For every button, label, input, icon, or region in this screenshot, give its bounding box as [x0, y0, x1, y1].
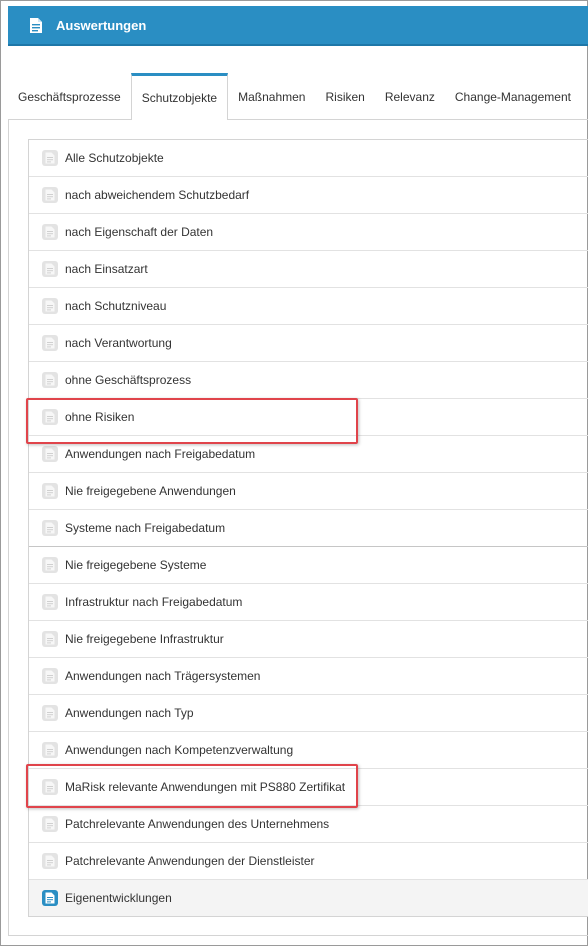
- tab-relevanz[interactable]: Relevanz: [375, 74, 445, 120]
- report-document-icon: [42, 705, 58, 721]
- report-item-label: nach Einsatzart: [65, 262, 148, 276]
- report-document-icon: [42, 742, 58, 758]
- report-document-icon: [42, 298, 58, 314]
- report-document-icon: [42, 668, 58, 684]
- report-item-label: Anwendungen nach Typ: [65, 706, 194, 720]
- report-item[interactable]: nach Eigenschaft der Daten: [29, 213, 588, 250]
- tab-risiken[interactable]: Risiken: [315, 74, 374, 120]
- tab-change-management[interactable]: Change-Management: [445, 74, 581, 120]
- report-document-icon: [42, 520, 58, 536]
- report-item-label: Patchrelevante Anwendungen der Dienstlei…: [65, 854, 315, 868]
- report-document-icon: [42, 594, 58, 610]
- report-item-label: Alle Schutzobjekte: [65, 151, 164, 165]
- report-document-icon: [42, 816, 58, 832]
- report-item-label: Eigenentwicklungen: [65, 891, 172, 905]
- tab-bar: Geschäftsprozesse Schutzobjekte Maßnahme…: [8, 73, 588, 120]
- report-item[interactable]: nach Verantwortung: [29, 324, 588, 361]
- report-item-label: nach Verantwortung: [65, 336, 172, 350]
- panel-header: Auswertungen: [8, 6, 588, 46]
- report-item[interactable]: Anwendungen nach Kompetenzverwaltung: [29, 731, 588, 768]
- report-item-label: Anwendungen nach Trägersystemen: [65, 669, 261, 683]
- report-list: Alle Schutzobjekte nach abweichendem Schu…: [28, 139, 588, 917]
- report-document-icon: [42, 261, 58, 277]
- report-item-label: Nie freigegebene Anwendungen: [65, 484, 236, 498]
- report-item[interactable]: MaRisk relevante Anwendungen mit PS880 Z…: [29, 768, 588, 805]
- report-item-label: MaRisk relevante Anwendungen mit PS880 Z…: [65, 780, 346, 794]
- report-document-icon: [42, 631, 58, 647]
- report-item-label: ohne Risiken: [65, 410, 135, 424]
- report-item-label: Anwendungen nach Freigabedatum: [65, 447, 256, 461]
- report-item[interactable]: ohne Risiken: [29, 398, 588, 435]
- document-icon: [28, 16, 44, 34]
- report-item[interactable]: Nie freigegebene Systeme: [29, 546, 588, 583]
- report-document-icon: [42, 372, 58, 388]
- report-item[interactable]: Patchrelevante Anwendungen des Unternehm…: [29, 805, 588, 842]
- report-item[interactable]: Anwendungen nach Freigabedatum: [29, 435, 588, 472]
- page-title: Auswertungen: [56, 17, 147, 33]
- report-document-icon: [42, 187, 58, 203]
- report-item-label: Patchrelevante Anwendungen des Unternehm…: [65, 817, 330, 831]
- report-item-label: Infrastruktur nach Freigabedatum: [65, 595, 243, 609]
- report-item[interactable]: Anwendungen nach Trägersystemen: [29, 657, 588, 694]
- report-item[interactable]: Nie freigegebene Infrastruktur: [29, 620, 588, 657]
- tab-schutzobjekte[interactable]: Schutzobjekte: [130, 73, 229, 120]
- report-item[interactable]: Anwendungen nach Typ: [29, 694, 588, 731]
- tab-massnahmen[interactable]: Maßnahmen: [228, 74, 315, 120]
- report-document-icon: [42, 779, 58, 795]
- report-item[interactable]: Eigenentwicklungen: [29, 879, 588, 916]
- report-document-icon: [42, 150, 58, 166]
- report-item[interactable]: Nie freigegebene Anwendungen: [29, 472, 588, 509]
- report-document-icon: [42, 409, 58, 425]
- report-item-label: nach Eigenschaft der Daten: [65, 225, 214, 239]
- report-document-icon: [42, 224, 58, 240]
- report-document-icon: [42, 483, 58, 499]
- report-item-label: Systeme nach Freigabedatum: [65, 521, 226, 535]
- report-document-icon: [42, 853, 58, 869]
- report-document-icon: [42, 890, 58, 906]
- report-item-label: nach Schutzniveau: [65, 299, 167, 313]
- report-item[interactable]: nach Einsatzart: [29, 250, 588, 287]
- report-document-icon: [42, 446, 58, 462]
- report-item[interactable]: Systeme nach Freigabedatum: [29, 509, 588, 546]
- tab-geschaeftsprozesse[interactable]: Geschäftsprozesse: [8, 74, 131, 120]
- report-item-label: Nie freigegebene Infrastruktur: [65, 632, 224, 646]
- report-item[interactable]: ohne Geschäftsprozess: [29, 361, 588, 398]
- report-item-label: ohne Geschäftsprozess: [65, 373, 192, 387]
- report-document-icon: [42, 557, 58, 573]
- report-item[interactable]: nach Schutzniveau: [29, 287, 588, 324]
- report-item-label: Nie freigegebene Systeme: [65, 558, 207, 572]
- report-item-label: Anwendungen nach Kompetenzverwaltung: [65, 743, 294, 757]
- report-item[interactable]: Alle Schutzobjekte: [29, 140, 588, 176]
- report-item[interactable]: nach abweichendem Schutzbedarf: [29, 176, 588, 213]
- report-document-icon: [42, 335, 58, 351]
- report-item[interactable]: Infrastruktur nach Freigabedatum: [29, 583, 588, 620]
- report-item[interactable]: Patchrelevante Anwendungen der Dienstlei…: [29, 842, 588, 879]
- report-item-label: nach abweichendem Schutzbedarf: [65, 188, 250, 202]
